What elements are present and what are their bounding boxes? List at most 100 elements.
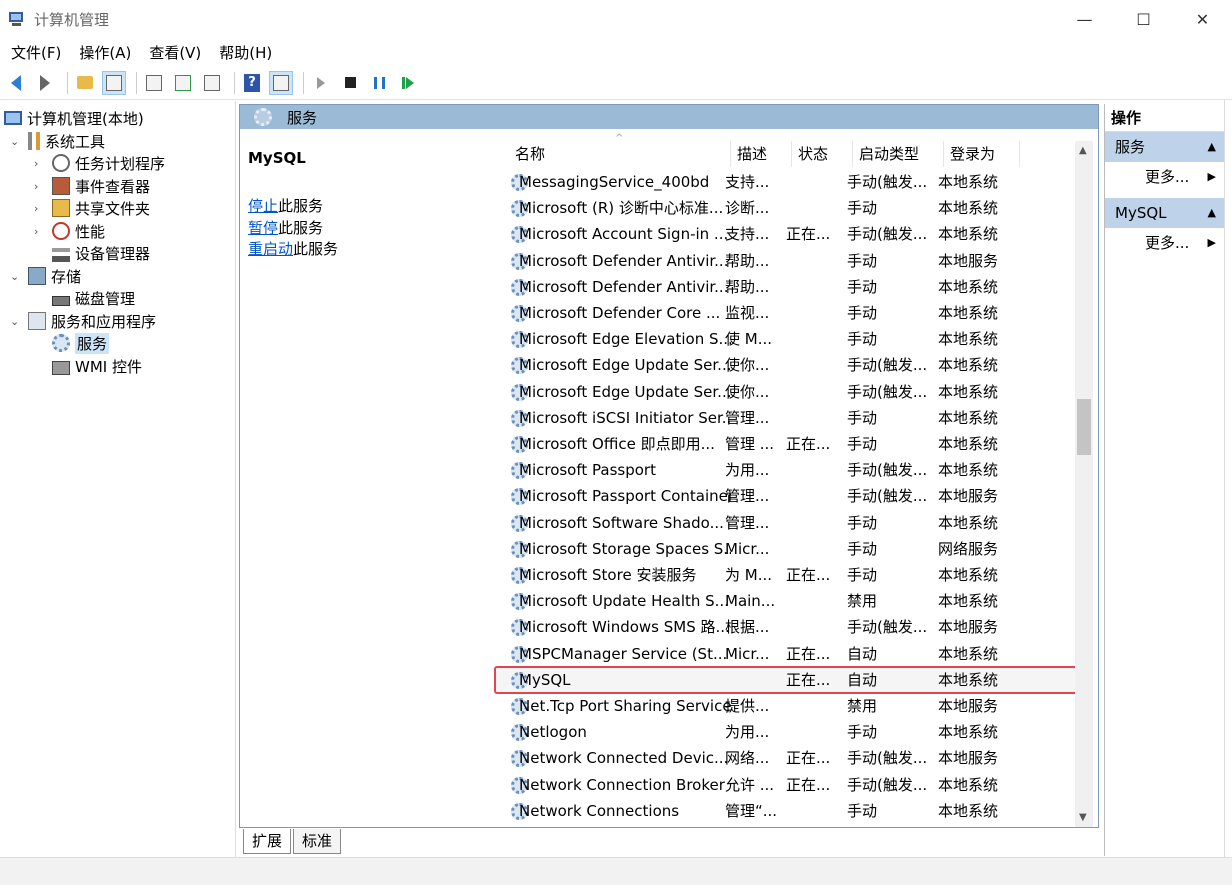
tab-standard[interactable]: 标准 xyxy=(293,829,342,854)
table-row[interactable]: Microsoft Windows SMS 路... 根据... 手动(触发... 本… xyxy=(495,614,1080,640)
collapse-chevron-icon[interactable]: ⌄ xyxy=(10,135,19,148)
table-row[interactable]: Microsoft Defender Core ... 监视... 手动 本地系统 xyxy=(495,300,1080,326)
pause-service-link[interactable]: 暂停 xyxy=(248,219,278,237)
tree-services[interactable]: 服务 xyxy=(52,332,110,354)
expand-chevron-icon[interactable]: › xyxy=(34,180,38,193)
refresh-icon xyxy=(175,74,191,91)
cell-status: 正在... xyxy=(786,566,831,584)
cell-status: 正在... xyxy=(786,670,831,689)
vertical-scrollbar[interactable]: ▲ ▼ xyxy=(1075,141,1093,827)
show-action-pane-button[interactable] xyxy=(269,70,293,95)
table-row[interactable]: Netlogon 为用... 手动 本地系统 xyxy=(495,719,1080,745)
column-header-status[interactable]: 状态 xyxy=(792,141,853,167)
table-row[interactable]: Microsoft (R) 诊断中心标准... 诊断... 手动 本地系统 xyxy=(495,195,1080,221)
view-tabs: 扩展 标准 xyxy=(239,829,1099,855)
scroll-thumb[interactable] xyxy=(1077,399,1091,455)
table-row[interactable]: Microsoft Update Health S... Main... 禁用 本地系… xyxy=(495,588,1080,614)
cell-logon: 本地服务 xyxy=(938,251,999,270)
cell-name: Microsoft Defender Core ... xyxy=(519,304,721,322)
table-row[interactable]: Microsoft Storage Spaces S... Micr... 手动 网络… xyxy=(495,536,1080,562)
services-gear-icon xyxy=(254,108,272,126)
export-list-button[interactable] xyxy=(200,71,224,95)
column-header-log-on-as[interactable]: 登录为 xyxy=(944,141,1020,167)
table-row[interactable]: Microsoft Passport 为用... 手动(触发... 本地系统 xyxy=(495,457,1080,483)
table-row[interactable]: MessagingService_400bd 支持... 手动(触发... 本地系统 xyxy=(495,169,1080,195)
restart-service-button[interactable] xyxy=(396,71,420,95)
up-level-button[interactable] xyxy=(73,71,97,95)
table-row[interactable]: Microsoft Software Shado... 管理... 手动 本地系统 xyxy=(495,510,1080,536)
table-row[interactable]: MySQL 正在... 自动 本地系统 xyxy=(494,665,1081,694)
tree-event-viewer[interactable]: 事件查看器 xyxy=(52,175,150,197)
actions-group-services[interactable]: 服务 ▲ xyxy=(1105,132,1224,162)
table-row[interactable]: MSPCManager Service (St... Micr... 正在... 自动… xyxy=(495,641,1080,667)
minimize-button[interactable]: — xyxy=(1055,0,1114,38)
restart-service-link[interactable]: 重启动 xyxy=(248,240,293,258)
tree-storage[interactable]: 存储 xyxy=(28,265,81,287)
collapse-chevron-icon[interactable]: ⌄ xyxy=(10,315,19,328)
close-button[interactable]: ✕ xyxy=(1173,0,1232,38)
table-row[interactable]: Microsoft Account Sign-in ... 支持... 正在... 手… xyxy=(495,221,1080,247)
cell-description: 使 M... xyxy=(725,330,773,349)
table-row[interactable]: Network Connection Broker 允许 ... 正在... 手动(触… xyxy=(495,772,1080,798)
tree-disk-management[interactable]: 磁盘管理 xyxy=(52,287,135,309)
table-row[interactable]: Microsoft Edge Update Ser... 使你... 手动(触发..… xyxy=(495,352,1080,378)
stop-service-link[interactable]: 停止 xyxy=(248,197,278,215)
tree-root[interactable]: 计算机管理(本地) xyxy=(4,107,144,129)
scroll-up-icon[interactable]: ▲ xyxy=(1079,145,1087,156)
cell-name: Microsoft Edge Elevation S... xyxy=(519,330,731,349)
menu-action[interactable]: 操作(A) xyxy=(70,42,140,63)
show-hide-tree-button[interactable] xyxy=(102,70,126,95)
forward-button[interactable] xyxy=(33,71,57,95)
help-button[interactable]: ? xyxy=(240,71,264,95)
folder-up-icon xyxy=(77,76,93,89)
maximize-button[interactable]: ☐ xyxy=(1114,0,1173,38)
table-row[interactable]: Microsoft Defender Antivir... 帮助... 手动 本地系统 xyxy=(495,274,1080,300)
table-row[interactable]: Microsoft Defender Antivir... 帮助... 手动 本地服务 xyxy=(495,248,1080,274)
stop-icon xyxy=(344,77,356,88)
table-row[interactable]: Microsoft Passport Container 管理... 手动(触发..… xyxy=(495,483,1080,509)
menu-file[interactable]: 文件(F) xyxy=(2,42,70,63)
menu-view[interactable]: 查看(V) xyxy=(140,42,210,63)
cell-logon: 本地服务 xyxy=(938,749,999,768)
play-icon xyxy=(317,76,325,89)
tree-system-tools[interactable]: 系统工具 xyxy=(28,130,105,152)
expand-chevron-icon[interactable]: › xyxy=(34,202,38,215)
help-icon: ? xyxy=(244,73,260,92)
tree-task-scheduler[interactable]: 任务计划程序 xyxy=(52,152,165,174)
column-header-description[interactable]: 描述 xyxy=(731,141,792,167)
tree-performance[interactable]: 性能 xyxy=(52,220,105,242)
tree-services-apps[interactable]: 服务和应用程序 xyxy=(28,310,156,332)
start-service-button[interactable] xyxy=(309,71,333,95)
column-header-name[interactable]: 名称 xyxy=(509,141,731,167)
scroll-down-icon[interactable]: ▼ xyxy=(1079,812,1087,823)
table-row[interactable]: Microsoft Office 即点即用... 管理 ... 正在... 手动 本地系… xyxy=(495,431,1080,457)
actions-more-services[interactable]: 更多... ▶ xyxy=(1105,162,1224,192)
table-row[interactable]: Microsoft Edge Elevation S... 使 M... 手动 本地系… xyxy=(495,326,1080,352)
refresh-button[interactable] xyxy=(171,71,195,95)
properties-button[interactable] xyxy=(142,71,166,95)
tree-wmi-control[interactable]: WMI 控件 xyxy=(52,355,142,377)
column-header-startup-type[interactable]: 启动类型 xyxy=(853,141,944,167)
back-button[interactable] xyxy=(4,71,28,95)
expand-chevron-icon[interactable]: › xyxy=(34,157,38,170)
actions-group-mysql[interactable]: MySQL ▲ xyxy=(1105,198,1224,228)
table-row[interactable]: Microsoft iSCSI Initiator Ser... 管理... 手动 本… xyxy=(495,405,1080,431)
cell-name: Network Connection Broker xyxy=(519,775,725,794)
stop-service-button[interactable] xyxy=(338,71,362,95)
table-row[interactable]: Network Connections 管理“... 手动 本地系统 xyxy=(495,798,1080,824)
table-row[interactable]: Network Connected Devic... 网络... 正在... 手动(触… xyxy=(495,745,1080,771)
tree-shared-folders[interactable]: 共享文件夹 xyxy=(52,197,150,219)
collapse-chevron-icon[interactable]: ⌄ xyxy=(10,270,19,283)
services-pane: 服务 MySQL 停止此服务 暂停此服务 重启动此服务 名称 描述 状态 启动类… xyxy=(239,104,1099,828)
window-edge xyxy=(1224,100,1232,857)
pause-service-button[interactable] xyxy=(367,71,391,95)
table-row[interactable]: Microsoft Edge Update Ser... 使你... 手动(触发..… xyxy=(495,379,1080,405)
tab-extended[interactable]: 扩展 xyxy=(243,829,292,854)
tree-device-manager[interactable]: 设备管理器 xyxy=(52,242,150,264)
expand-chevron-icon[interactable]: › xyxy=(34,225,38,238)
table-row[interactable]: Net.Tcp Port Sharing Service 提供... 禁用 本地服务 xyxy=(495,693,1080,719)
table-row[interactable]: Microsoft Store 安装服务 为 M... 正在... 手动 本地系统 xyxy=(495,562,1080,588)
cell-logon: 本地服务 xyxy=(938,487,999,506)
actions-more-mysql[interactable]: 更多... ▶ xyxy=(1105,228,1224,258)
menu-help[interactable]: 帮助(H) xyxy=(210,42,281,63)
